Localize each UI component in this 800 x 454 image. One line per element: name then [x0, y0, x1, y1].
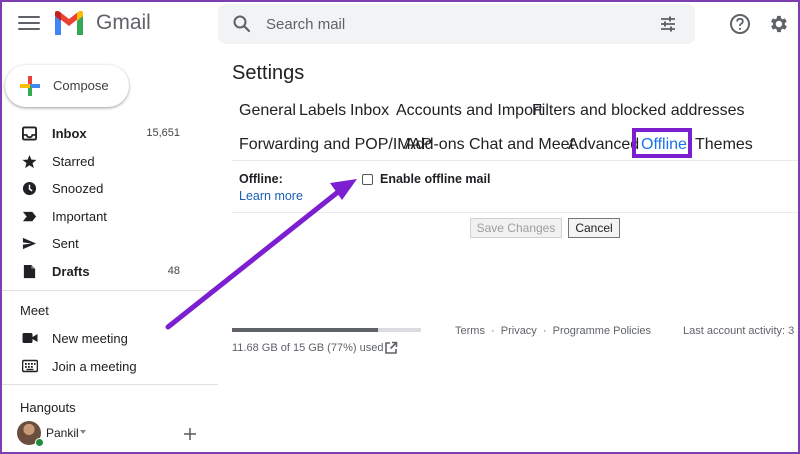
sidebar-item-label: Important: [52, 208, 107, 224]
tab-accounts-and-import[interactable]: Accounts and Import: [396, 102, 543, 120]
compose-button[interactable]: Compose: [5, 65, 129, 107]
send-icon: [22, 237, 37, 250]
sidebar-divider: [0, 290, 218, 291]
compose-plus-icon: [20, 76, 40, 96]
open-in-new-icon[interactable]: [384, 341, 398, 355]
save-changes-button[interactable]: Save Changes: [470, 218, 562, 238]
enable-offline-label[interactable]: Enable offline mail: [380, 172, 490, 186]
sidebar-item-snoozed[interactable]: Snoozed: [0, 175, 200, 203]
unread-count: 15,651: [146, 127, 180, 139]
tab-add-ons[interactable]: Add-ons: [405, 136, 465, 154]
gear-icon[interactable]: [767, 13, 789, 35]
sidebar-item-drafts[interactable]: Drafts 48: [0, 258, 200, 286]
sidebar-nav: Inbox 15,651 Starred Snoozed Important S…: [0, 120, 200, 285]
star-icon: [22, 154, 37, 168]
search-bar[interactable]: [218, 4, 695, 44]
add-icon[interactable]: [183, 427, 197, 441]
new-meeting-item[interactable]: New meeting: [0, 326, 200, 352]
search-input[interactable]: [266, 12, 646, 36]
tabs-divider: [232, 160, 800, 161]
menu-line: [18, 16, 40, 18]
hangouts-section-title: Hangouts: [20, 400, 76, 415]
tab-advanced[interactable]: Advanced: [568, 136, 639, 154]
sidebar-divider: [0, 384, 218, 385]
tab-forwarding-pop-imap[interactable]: Forwarding and POP/IMAP: [239, 136, 432, 154]
video-icon: [22, 333, 38, 343]
sidebar-item-label: Inbox: [52, 126, 87, 141]
join-meeting-label: Join a meeting: [52, 359, 137, 374]
draft-count: 48: [167, 264, 180, 277]
meet-section-title: Meet: [20, 303, 49, 318]
online-status-dot: [35, 438, 44, 447]
hangouts-user-name[interactable]: Pankil: [46, 426, 79, 440]
settings-row-divider: [232, 212, 800, 213]
tab-chat-and-meet[interactable]: Chat and Meet: [469, 136, 574, 154]
sidebar-item-label: Drafts: [52, 263, 90, 279]
sidebar-item-sent[interactable]: Sent: [0, 230, 200, 258]
programme-policies-link[interactable]: Programme Policies: [553, 325, 651, 337]
storage-usage-text: 11.68 GB of 15 GB (77%) used: [232, 342, 384, 354]
sidebar-item-label: Snoozed: [52, 181, 104, 196]
storage-usage-bar: [232, 328, 421, 332]
sidebar-item-inbox[interactable]: Inbox 15,651: [0, 120, 200, 148]
important-icon: [22, 211, 37, 221]
offline-setting-label: Offline:: [239, 172, 283, 186]
footer-separator: ·: [542, 325, 547, 337]
privacy-link[interactable]: Privacy: [501, 325, 537, 337]
tab-offline[interactable]: Offline: [641, 136, 687, 154]
sidebar-item-label: Starred: [52, 153, 95, 169]
storage-usage-fill: [232, 328, 378, 332]
last-account-activity: Last account activity: 3: [683, 325, 795, 337]
footer-links: Terms · Privacy · Programme Policies: [455, 325, 651, 337]
chevron-down-icon[interactable]: [80, 430, 86, 434]
cancel-button[interactable]: Cancel: [568, 218, 620, 238]
menu-line: [18, 22, 40, 24]
tab-inbox[interactable]: Inbox: [350, 102, 389, 120]
compose-label: Compose: [53, 78, 109, 93]
gmail-logo-icon[interactable]: [53, 9, 85, 37]
search-options-icon[interactable]: [658, 14, 678, 34]
sidebar-item-important[interactable]: Important: [0, 203, 200, 231]
tab-filters-and-blocked-addresses[interactable]: Filters and blocked addresses: [532, 102, 745, 120]
join-meeting-item[interactable]: Join a meeting: [0, 354, 200, 380]
help-icon[interactable]: [729, 13, 751, 35]
learn-more-link[interactable]: Learn more: [239, 189, 303, 203]
main-menu-button[interactable]: [18, 13, 40, 33]
keyboard-icon: [22, 359, 38, 373]
gmail-wordmark: Gmail: [96, 11, 151, 34]
tab-labels[interactable]: Labels: [299, 102, 346, 120]
sidebar-item-starred[interactable]: Starred: [0, 148, 200, 176]
search-icon[interactable]: [232, 14, 252, 34]
new-meeting-label: New meeting: [52, 331, 128, 346]
tab-general[interactable]: General: [239, 102, 296, 120]
terms-link[interactable]: Terms: [455, 325, 485, 337]
enable-offline-checkbox[interactable]: [362, 174, 373, 185]
footer-separator: ·: [491, 325, 495, 337]
inbox-icon: [22, 126, 37, 141]
draft-icon: [23, 264, 36, 278]
sidebar-item-label: Sent: [52, 236, 79, 251]
top-bar: Gmail: [0, 0, 800, 50]
menu-line: [18, 28, 40, 30]
clock-icon: [22, 181, 37, 196]
tab-themes[interactable]: Themes: [695, 136, 753, 154]
page-title: Settings: [232, 62, 305, 84]
